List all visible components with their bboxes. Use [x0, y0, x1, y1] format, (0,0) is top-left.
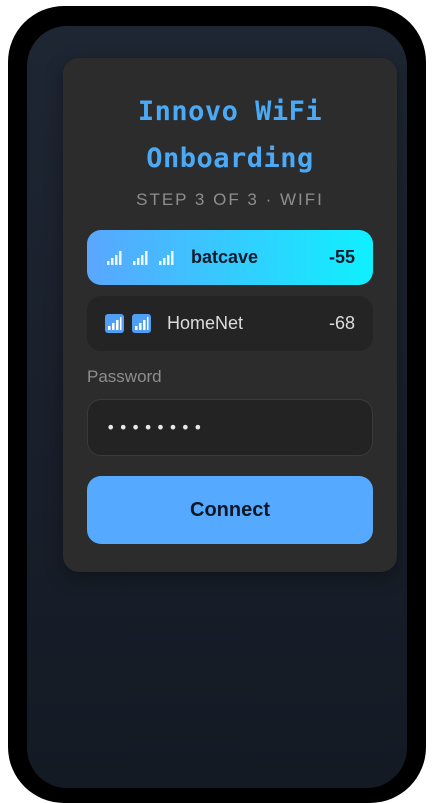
network-icons [105, 314, 159, 333]
network-ssid: HomeNet [167, 313, 244, 333]
network-rssi: -68 [328, 313, 355, 333]
signal-bars-icon [132, 314, 151, 333]
phone-screen: Innovo WiFi Onboarding STEP 3 OF 3 · WIF… [27, 26, 407, 788]
network-ssid: batcave [191, 247, 259, 267]
signal-bars-icon [131, 249, 149, 267]
connect-button[interactable]: Connect [87, 476, 373, 544]
network-item-batcave[interactable]: batcave -55 [87, 230, 373, 285]
network-icons [105, 249, 183, 267]
network-item-homenet[interactable]: HomeNet -68 [87, 296, 373, 351]
password-input[interactable] [87, 399, 373, 456]
network-rssi: -55 [328, 247, 355, 267]
signal-bars-icon [105, 249, 123, 267]
signal-bars-icon [105, 314, 124, 333]
phone-frame: Innovo WiFi Onboarding STEP 3 OF 3 · WIF… [8, 6, 426, 803]
title-line-1: Innovo WiFi [137, 96, 323, 127]
password-label: Password [87, 367, 162, 386]
signal-bars-icon [157, 249, 175, 267]
title-line-2: Onboarding [146, 143, 314, 174]
page-title: Innovo WiFi Onboarding [63, 88, 397, 182]
onboarding-card: Innovo WiFi Onboarding STEP 3 OF 3 · WIF… [63, 58, 397, 572]
step-indicator: STEP 3 OF 3 · WIFI [136, 190, 324, 209]
